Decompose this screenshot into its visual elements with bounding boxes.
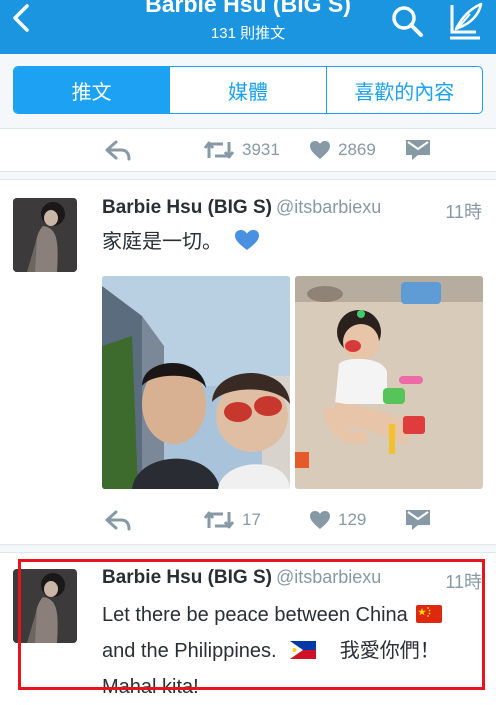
reply-icon [105,140,131,161]
reply-button[interactable] [104,500,132,540]
retweet-icon [203,141,235,159]
heart-icon [310,511,330,529]
segmented-control: 推文 媒體 喜歡的內容 [13,66,483,114]
profile-header: Barbie Hsu (BIG S) 131 則推文 [0,0,496,54]
photo-image [102,276,290,489]
tweet-text-body: 家庭是一切。 [102,231,222,253]
like-count: 129 [338,510,367,529]
tab-likes[interactable]: 喜歡的內容 [325,67,482,113]
direct-message-icon [406,140,430,160]
photo-image [295,276,483,489]
direct-message-icon [406,510,430,530]
reply-button[interactable] [104,130,132,170]
tweet-photo-father-daughter[interactable] [102,276,290,489]
direct-message-button[interactable] [405,500,431,540]
tab-media[interactable]: 媒體 [169,67,325,113]
search-icon[interactable] [390,4,424,38]
tweet-actions: 17 129 [0,500,496,540]
tweet-item[interactable]: Barbie Hsu (BIG S) @itsbarbiexu 11時 家庭是一切… [0,180,496,542]
like-button[interactable]: 129 [309,500,366,540]
tweet-photo-beach[interactable] [295,276,483,489]
heart-icon [310,141,330,159]
like-button[interactable]: 2869 [309,130,376,170]
author-name[interactable]: Barbie Hsu (BIG S) [102,197,272,218]
tweet-timestamp: 11時 [445,202,482,222]
tweet-header: Barbie Hsu (BIG S) @itsbarbiexu 11時 [102,197,488,223]
blue-heart-emoji-icon [234,230,259,250]
tab-tweets[interactable]: 推文 [14,67,170,113]
retweet-count: 17 [242,510,261,529]
retweet-icon [203,511,235,529]
tab-bar: 推文 媒體 喜歡的內容 [0,54,496,129]
retweet-count: 3931 [242,140,280,159]
like-count: 2869 [338,140,376,159]
highlight-box [18,559,485,690]
retweet-button[interactable]: 3931 [203,130,280,170]
tweet-divider [0,171,496,180]
tweet-actions: 3931 2869 [0,130,496,170]
avatar[interactable] [13,198,77,272]
direct-message-button[interactable] [405,130,431,170]
tweet-text: 家庭是一切。 [102,224,490,260]
compose-tweet-icon[interactable] [446,2,484,40]
author-handle[interactable]: @itsbarbiexu [276,197,381,217]
avatar-image [13,198,77,272]
retweet-button[interactable]: 17 [203,500,261,540]
tweet-divider [0,544,496,553]
reply-icon [105,510,131,531]
